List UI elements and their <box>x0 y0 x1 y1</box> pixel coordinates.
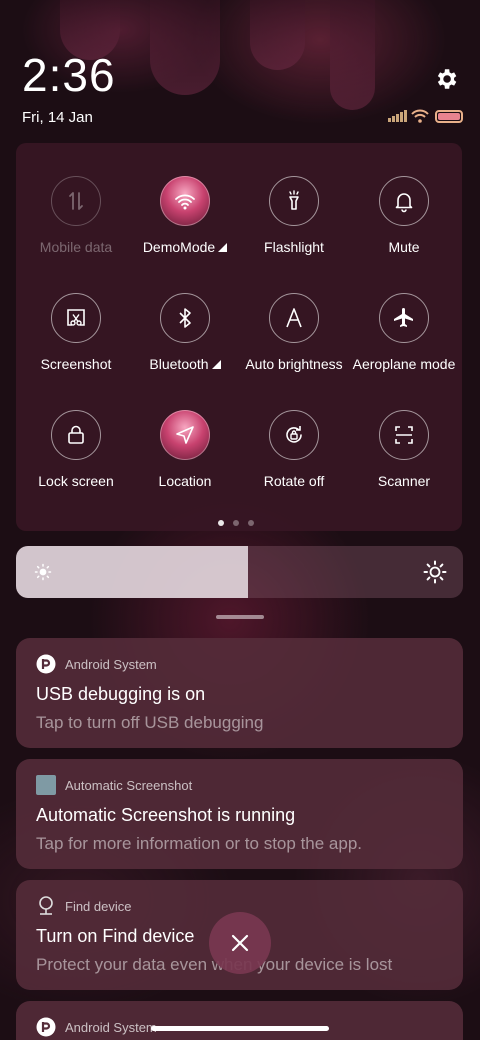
notification-card[interactable]: Android System USB debugging is on Tap t… <box>16 638 463 748</box>
tile-label: Aeroplane mode <box>352 356 456 372</box>
tile-label: Scanner <box>377 473 431 489</box>
rotate-icon <box>269 410 319 460</box>
tile-scanner[interactable]: Scanner <box>349 410 459 489</box>
screenshot-icon <box>51 293 101 343</box>
notification-app-name: Android System <box>65 656 157 672</box>
tile-mute[interactable]: Mute <box>349 176 459 255</box>
auto-brightness-icon <box>269 293 319 343</box>
notification-title: USB debugging is on <box>36 684 206 704</box>
scanner-icon <box>379 410 429 460</box>
page-indicator <box>218 520 254 526</box>
find-device-icon <box>36 896 56 916</box>
page-dot[interactable] <box>233 520 239 526</box>
lock-icon <box>51 410 101 460</box>
tile-auto-brightness[interactable]: Auto brightness <box>239 293 349 372</box>
tile-location[interactable]: Location <box>130 410 240 489</box>
tile-aeroplane-mode[interactable]: Aeroplane mode <box>349 293 459 372</box>
notification-title: Automatic Screenshot is running <box>36 805 296 825</box>
wallpaper-drip <box>150 0 220 95</box>
expand-triangle-icon <box>211 360 221 369</box>
clock: 2:36 <box>22 49 116 101</box>
gear-icon[interactable] <box>433 66 459 92</box>
tile-label: Mute <box>388 239 420 255</box>
bell-icon <box>379 176 429 226</box>
tile-label: Screenshot <box>40 356 112 372</box>
page-dot[interactable] <box>248 520 254 526</box>
brightness-high-icon <box>423 560 447 584</box>
tile-label: Bluetooth <box>149 356 209 372</box>
airplane-icon <box>379 293 429 343</box>
wallpaper-drip <box>250 0 305 70</box>
date-label: Fri, 14 Jan <box>22 109 93 126</box>
tile-screenshot[interactable]: Screenshot <box>21 293 131 372</box>
quick-settings-panel: Mobile data DemoMode Flashlight Mute Scr… <box>16 143 462 531</box>
tile-label: DemoMode <box>142 239 216 255</box>
wifi-icon <box>411 109 429 123</box>
tile-bluetooth[interactable]: Bluetooth <box>130 293 240 372</box>
notification-app-name: Android System <box>65 1019 157 1035</box>
tile-label: Mobile data <box>39 239 113 255</box>
tile-demomode[interactable]: DemoMode <box>130 176 240 255</box>
close-icon <box>231 934 249 952</box>
tile-flashlight[interactable]: Flashlight <box>239 176 349 255</box>
notification-body: Tap to turn off USB debugging <box>36 713 264 732</box>
wallpaper-drip <box>330 0 375 110</box>
tile-rotate[interactable]: Rotate off <box>239 410 349 489</box>
brightness-low-icon <box>34 563 52 581</box>
notification-card[interactable]: Automatic Screenshot Automatic Screensho… <box>16 759 463 869</box>
android-system-icon <box>36 654 56 674</box>
notification-card[interactable]: Android System <box>16 1001 463 1040</box>
status-icons <box>388 109 463 123</box>
drag-handle[interactable] <box>216 615 264 619</box>
expand-triangle-icon <box>218 243 228 252</box>
signal-icon <box>388 110 407 122</box>
home-indicator[interactable] <box>151 1026 329 1031</box>
tile-label: Flashlight <box>264 239 324 255</box>
tile-label: Location <box>158 473 212 489</box>
bluetooth-icon <box>160 293 210 343</box>
automatic-screenshot-icon <box>36 775 56 795</box>
battery-icon <box>435 109 463 123</box>
clear-all-button[interactable] <box>209 912 271 974</box>
page-dot[interactable] <box>218 520 224 526</box>
tile-mobile-data[interactable]: Mobile data <box>21 176 131 255</box>
tile-label: Rotate off <box>263 473 325 489</box>
notification-app-name: Automatic Screenshot <box>65 777 193 793</box>
mobile-data-icon <box>51 176 101 226</box>
wifi-icon <box>160 176 210 226</box>
notification-body: Tap for more information or to stop the … <box>36 834 363 853</box>
tile-label: Lock screen <box>38 473 114 489</box>
flashlight-icon <box>269 176 319 226</box>
brightness-slider[interactable] <box>16 546 463 598</box>
android-system-icon <box>36 1017 56 1037</box>
location-icon <box>160 410 210 460</box>
tile-lock-screen[interactable]: Lock screen <box>21 410 131 489</box>
tile-label: Auto brightness <box>245 356 343 372</box>
notification-app-name: Find device <box>65 898 132 914</box>
